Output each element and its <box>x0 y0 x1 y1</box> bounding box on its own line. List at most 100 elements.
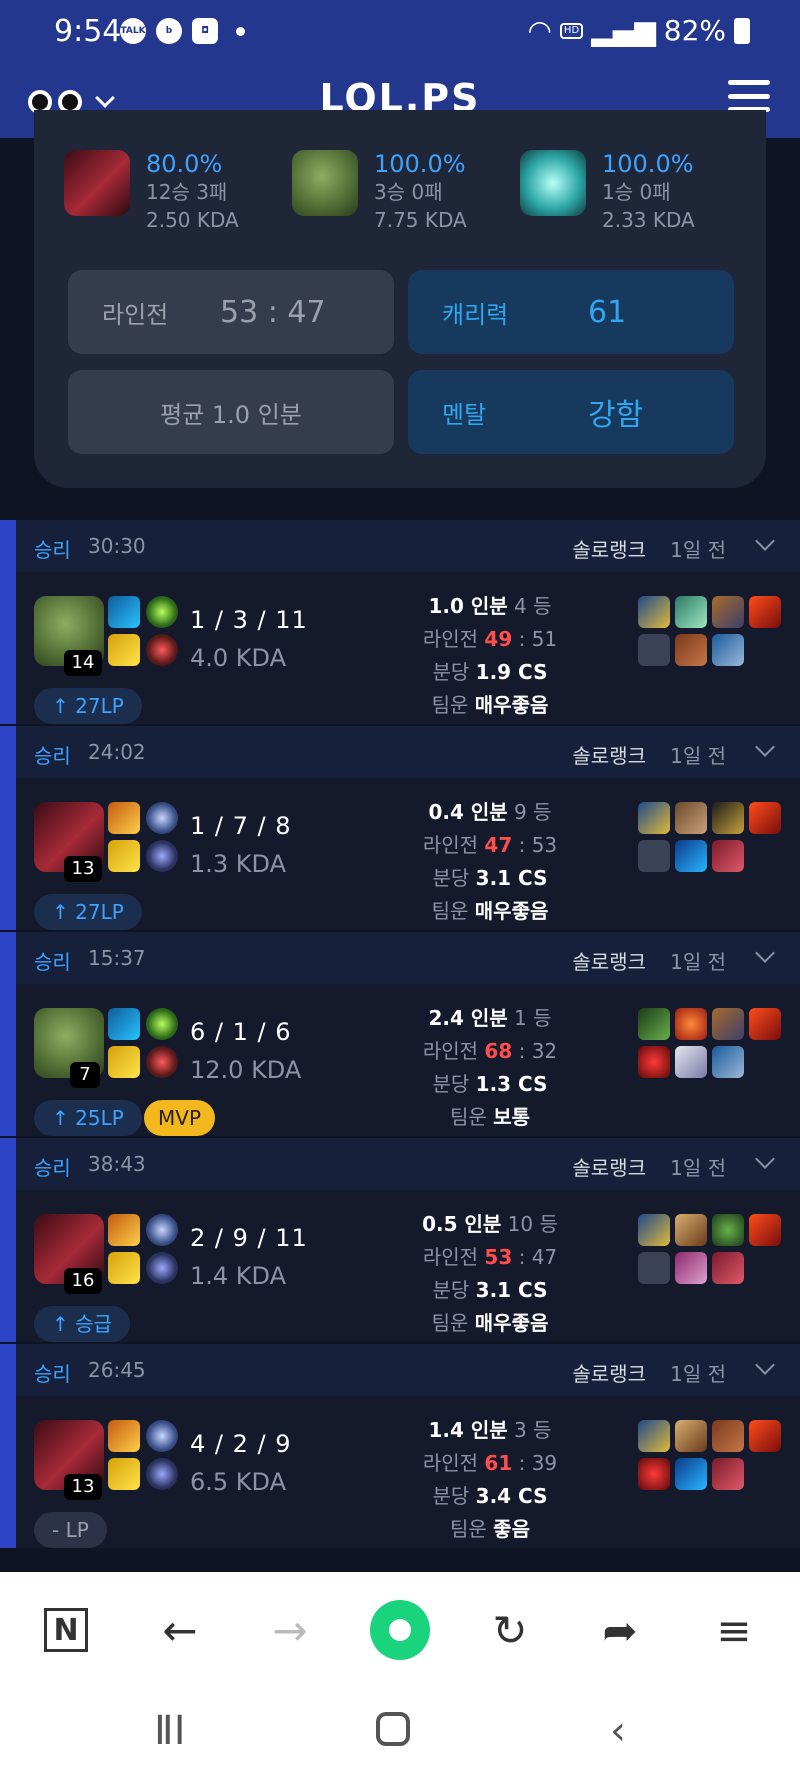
luck-label: 팀운 <box>450 1517 487 1541</box>
champion-level: 16 <box>64 1268 102 1294</box>
champ-stat: 80.0% 12승 3패 2.50 KDA <box>64 150 239 234</box>
match-card[interactable]: 승리 26:45 솔로랭크 1일 전 13 4 / 2 / 9 6.5 KDA … <box>0 1344 800 1548</box>
match-kda: 2 / 9 / 11 <box>190 1224 308 1252</box>
match-header[interactable]: 승리 24:02 솔로랭크 1일 전 <box>16 726 800 778</box>
expand-chevron-icon[interactable] <box>755 1149 775 1169</box>
carry-value: 61 <box>588 294 627 330</box>
expand-chevron-icon[interactable] <box>755 531 775 551</box>
lane-score: 49 <box>484 627 513 651</box>
home-button[interactable] <box>376 1712 410 1746</box>
match-queue: 솔로랭크 <box>572 744 646 768</box>
spell-flash-icon <box>108 840 140 872</box>
lane-label: 라인전 <box>422 1039 479 1063</box>
performance-value: 2.4 인분 <box>428 1006 508 1030</box>
reload-button[interactable]: ↻ <box>470 1572 550 1688</box>
item-icon <box>712 802 744 834</box>
item-icon <box>675 1420 707 1452</box>
match-performance: 1.0 인분 4 등 라인전 49 : 51 분당 1.9 CS 팀운 매우좋음 <box>422 594 558 717</box>
naver-home-button[interactable]: N <box>26 1572 106 1688</box>
average-performance: 평균 1.0 인분 <box>160 400 302 429</box>
battery-percent: 82% <box>663 14 726 47</box>
item-icon <box>638 1008 670 1040</box>
spell-ignite-icon <box>108 1420 140 1452</box>
item-icon <box>675 634 707 666</box>
team-luck: 좋음 <box>493 1517 530 1541</box>
team-rank: 1 등 <box>514 1006 552 1030</box>
match-card[interactable]: 승리 24:02 솔로랭크 1일 전 13 1 / 7 / 8 1.3 KDA … <box>0 726 800 930</box>
match-duration: 15:37 <box>88 946 146 970</box>
item-icon <box>712 1214 744 1246</box>
champ-record: 12승 3패 <box>146 180 228 204</box>
item-icon <box>749 1214 781 1246</box>
item-icon <box>638 596 670 628</box>
forward-button[interactable]: → <box>250 1572 330 1688</box>
match-kda-ratio: 4.0 KDA <box>190 644 287 672</box>
match-result: 승리 <box>34 1362 71 1386</box>
back-button[interactable]: ← <box>140 1572 220 1688</box>
expand-chevron-icon[interactable] <box>755 737 775 757</box>
reload-icon: ↻ <box>492 1605 528 1655</box>
item-icon <box>712 840 744 872</box>
lane-opp-score: 47 <box>531 1245 558 1269</box>
item-icon <box>675 1008 707 1040</box>
camera-app-icon: ◘ <box>192 18 218 44</box>
match-card[interactable]: 승리 38:43 솔로랭크 1일 전 16 2 / 9 / 11 1.4 KDA… <box>0 1138 800 1342</box>
match-kda: 4 / 2 / 9 <box>190 1430 292 1458</box>
expand-chevron-icon[interactable] <box>755 943 775 963</box>
battery-icon <box>734 17 750 44</box>
luck-label: 팀운 <box>450 1105 487 1129</box>
green-dot-button[interactable] <box>360 1572 440 1688</box>
match-header[interactable]: 승리 30:30 솔로랭크 1일 전 <box>16 520 800 572</box>
rune-aftershock-icon <box>146 596 178 628</box>
match-time-ago: 1일 전 <box>670 950 726 974</box>
cs-label: 분당 <box>432 1278 470 1302</box>
rune-sorcery-icon <box>146 1458 178 1490</box>
match-card[interactable]: 승리 30:30 솔로랭크 1일 전 14 1 / 3 / 11 4.0 KDA… <box>0 520 800 724</box>
team-rank: 10 등 <box>507 1212 558 1236</box>
champ-record: 1승 0패 <box>602 180 671 204</box>
match-card[interactable]: 승리 15:37 솔로랭크 1일 전 7 6 / 1 / 6 12.0 KDA … <box>0 932 800 1136</box>
match-header[interactable]: 승리 15:37 솔로랭크 1일 전 <box>16 932 800 984</box>
champ-stat: 100.0% 1승 0패 2.33 KDA <box>520 150 695 234</box>
match-kda-ratio: 6.5 KDA <box>190 1468 287 1496</box>
match-header[interactable]: 승리 38:43 솔로랭크 1일 전 <box>16 1138 800 1190</box>
champion-level: 7 <box>70 1062 100 1088</box>
lane-opp-score: 51 <box>531 627 558 651</box>
rune-sorcery-icon <box>146 840 178 872</box>
win-indicator <box>0 726 16 930</box>
system-back-button[interactable]: ‹ <box>610 1708 626 1754</box>
match-performance: 2.4 인분 1 등 라인전 68 : 32 분당 1.3 CS 팀운 보통 <box>422 1006 558 1129</box>
cs-label: 분당 <box>432 660 470 684</box>
hamburger-menu-button[interactable] <box>728 80 770 112</box>
arrow-left-icon: ← <box>162 1605 198 1655</box>
match-kda-ratio: 1.4 KDA <box>190 1262 287 1290</box>
champion-level: 13 <box>64 856 102 882</box>
spell-ignite-icon <box>108 1214 140 1246</box>
champion-level: 13 <box>64 1474 102 1500</box>
team-rank: 4 등 <box>514 594 552 618</box>
arrow-right-icon: → <box>272 1605 308 1655</box>
share-button[interactable]: ➦ <box>580 1572 660 1688</box>
team-luck: 매우좋음 <box>474 1311 549 1335</box>
item-icon <box>675 596 707 628</box>
wifi-icon: ◠ <box>527 14 552 47</box>
match-duration: 26:45 <box>88 1358 146 1382</box>
item-icon <box>712 1252 744 1284</box>
band-icon: b <box>156 18 182 44</box>
cs-per-min: 1.3 CS <box>475 1072 548 1096</box>
champ-winrate: 100.0% <box>374 150 466 178</box>
cs-per-min: 3.4 CS <box>475 1484 548 1508</box>
champion-level: 14 <box>64 650 102 676</box>
champ-record: 3승 0패 <box>374 180 443 204</box>
item-icon <box>675 802 707 834</box>
expand-chevron-icon[interactable] <box>755 1355 775 1375</box>
match-performance: 0.4 인분 9 등 라인전 47 : 53 분당 3.1 CS 팀운 매우좋음 <box>422 800 558 923</box>
match-result: 승리 <box>34 744 71 768</box>
match-header[interactable]: 승리 26:45 솔로랭크 1일 전 <box>16 1344 800 1396</box>
spell-flash-icon <box>108 1252 140 1284</box>
lp-change-badge: ↑ 27LP <box>34 894 142 930</box>
browser-menu-button[interactable]: ≡ <box>694 1572 774 1688</box>
item-icon <box>638 1420 670 1452</box>
recent-apps-button[interactable]: ⅡⅠ <box>154 1708 185 1754</box>
match-kda: 1 / 3 / 11 <box>190 606 308 634</box>
